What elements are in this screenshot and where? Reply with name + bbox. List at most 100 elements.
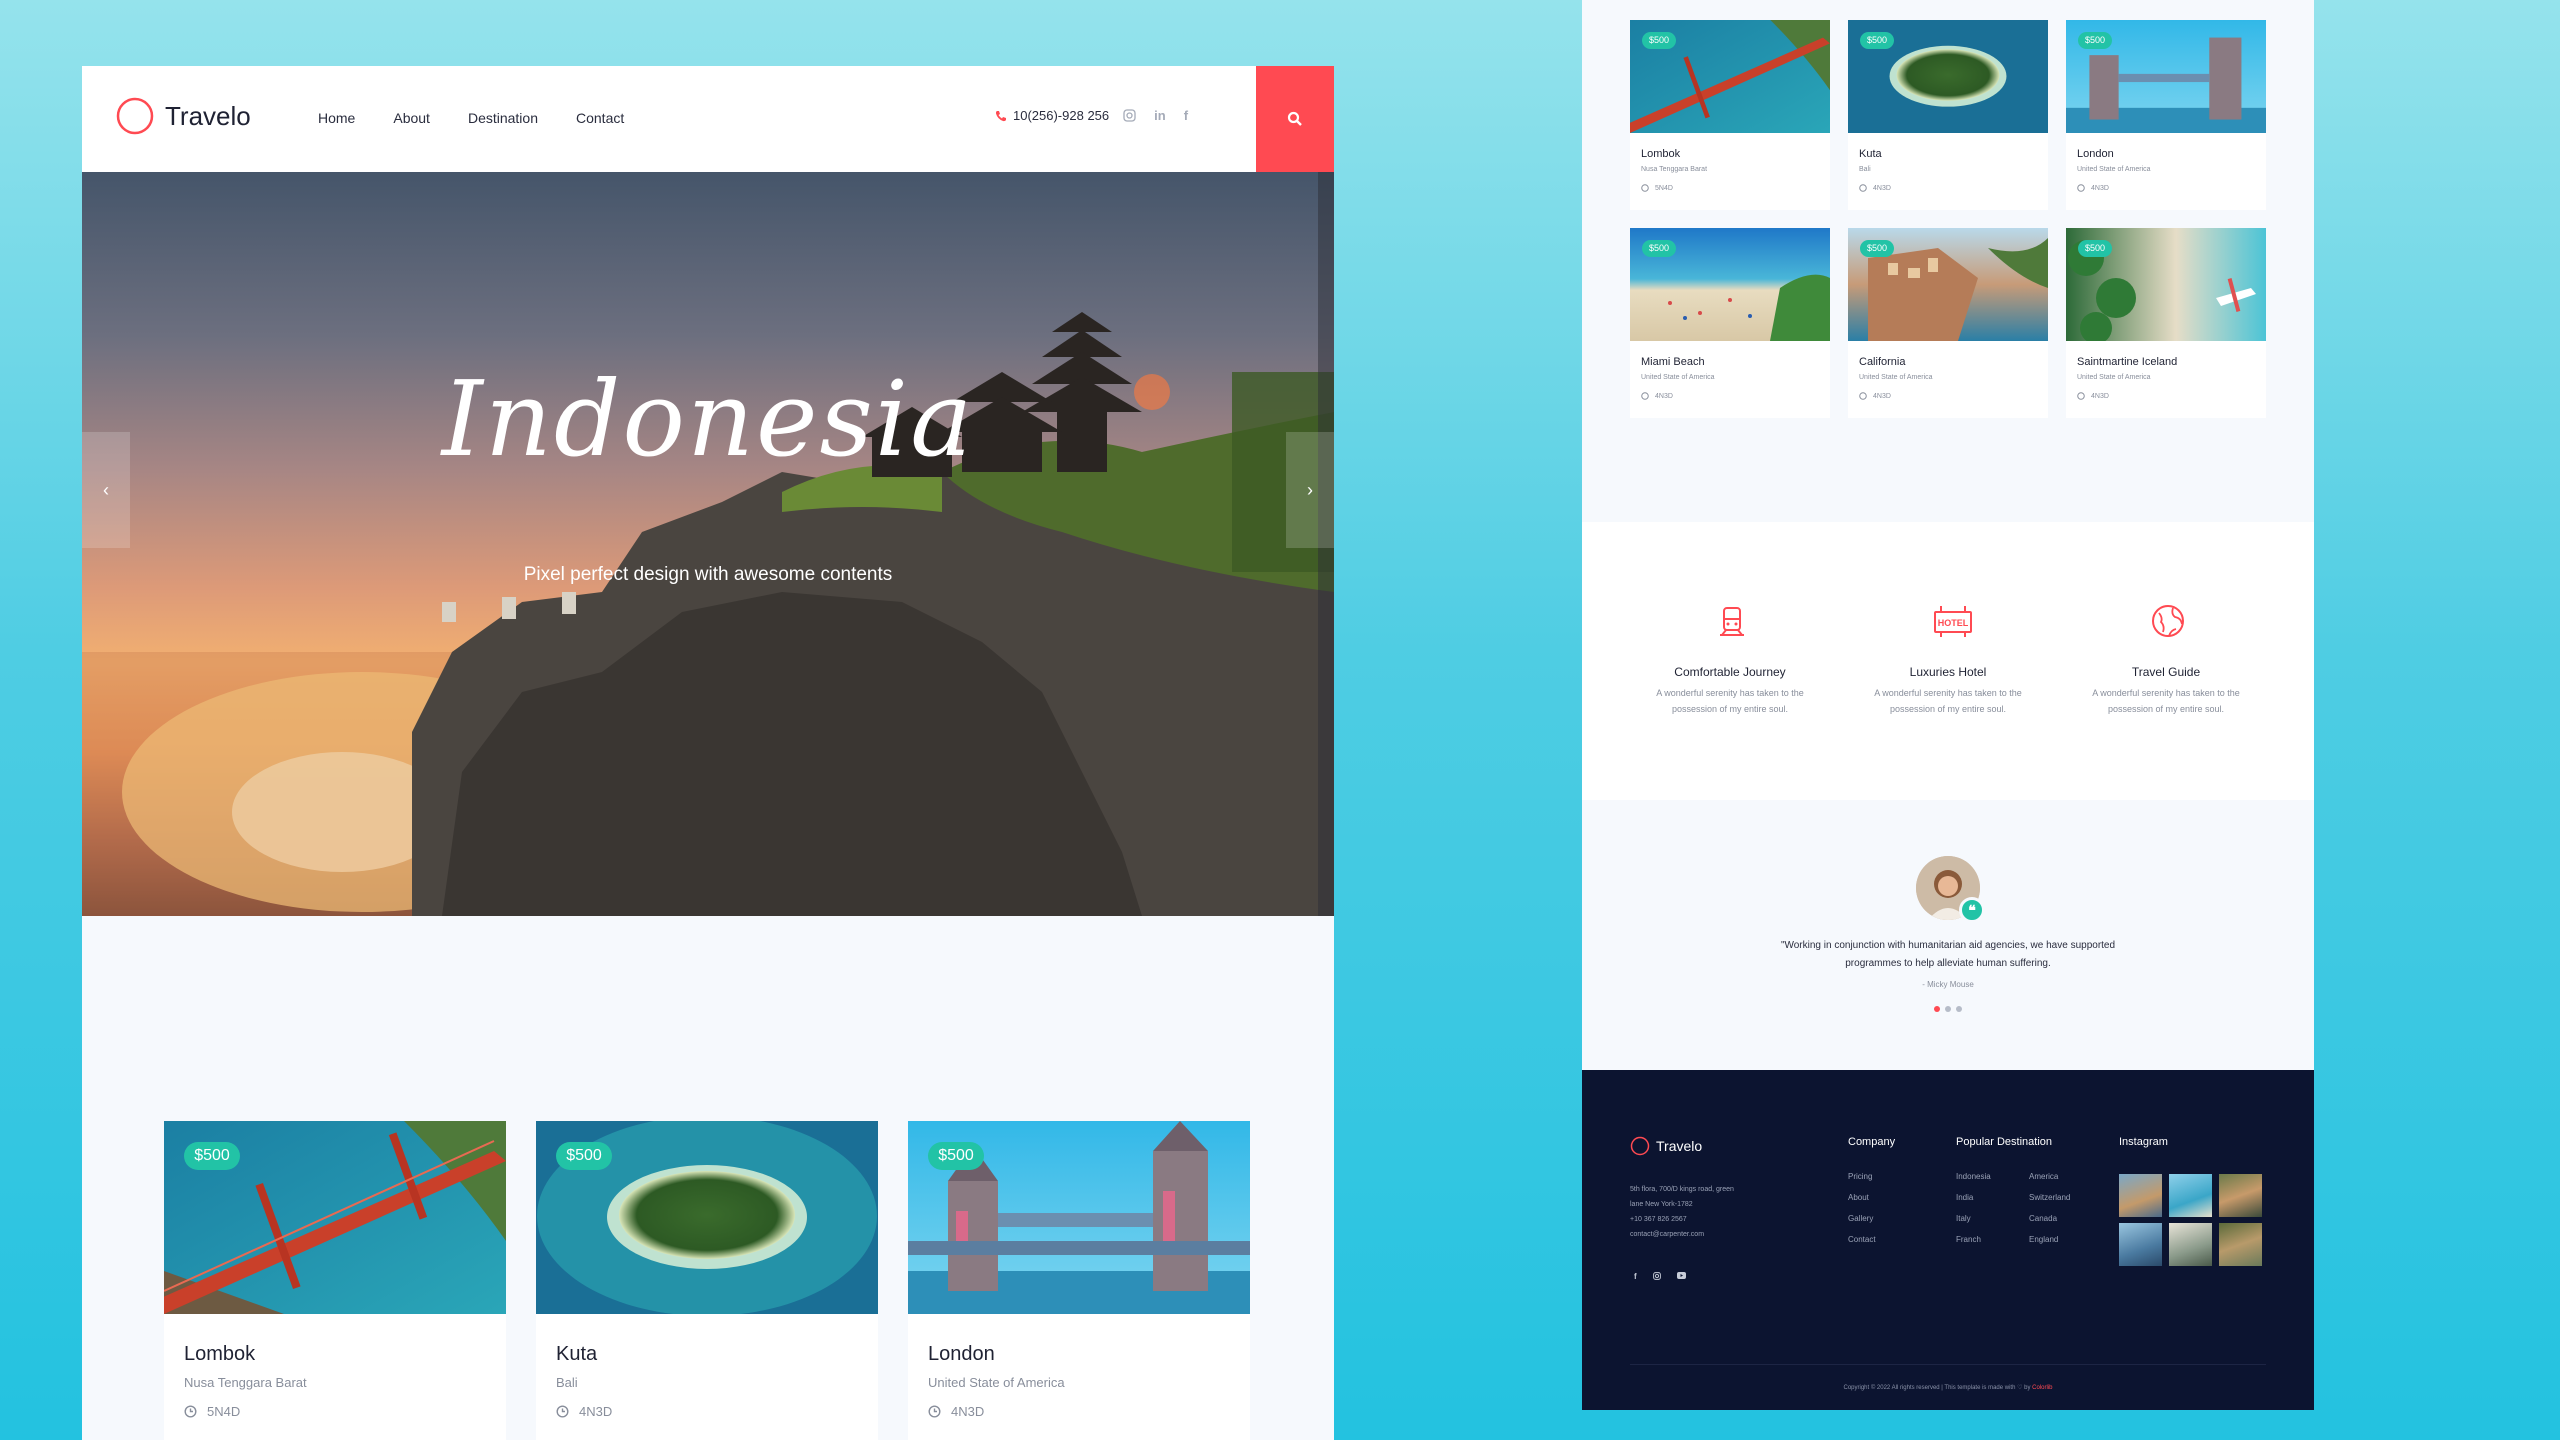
footer-popular-heading: Popular Destination	[1956, 1136, 2053, 1148]
facebook-icon[interactable]: f	[1184, 108, 1188, 123]
homepage-mockup-right: $500 Lombok Nusa Tenggara Barat 5N4D $50…	[1582, 0, 2314, 1410]
footer-company-heading: Company	[1848, 1136, 1896, 1148]
copyright-link[interactable]: Colorlib	[2032, 1385, 2052, 1391]
slider-dots	[1934, 1006, 1962, 1012]
footer: Travelo 5th flora, 700/D kings road, gre…	[1582, 1070, 2314, 1410]
copyright: Copyright © 2022 All rights reserved | T…	[1582, 1384, 2314, 1391]
linkedin-icon[interactable]: in	[1154, 108, 1166, 123]
destination-card-london-small[interactable]: $500 London United State of America 4N3D	[2066, 20, 2266, 210]
footer-link-gallery[interactable]: Gallery	[1848, 1208, 1876, 1229]
logo-text: Travelo	[165, 100, 251, 131]
footer-link-franch[interactable]: Franch	[1956, 1229, 1991, 1250]
destination-location: United State of America	[2077, 374, 2151, 381]
nav-about[interactable]: About	[393, 110, 430, 126]
homepage-mockup-left: Travelo Home About Destination Contact 1…	[82, 66, 1334, 1440]
destination-location: United State of America	[1641, 374, 1715, 381]
lombok-image: $500	[1630, 20, 1830, 133]
facebook-icon[interactable]: f	[1634, 1272, 1637, 1281]
london-image: $500	[2066, 20, 2266, 133]
destination-name: Kuta	[1859, 148, 1882, 160]
main-menu: Home About Destination Contact	[318, 110, 624, 126]
footer-link-about[interactable]: About	[1848, 1187, 1876, 1208]
feature-text: A wonderful serenity has taken to the po…	[1874, 688, 2022, 714]
destination-location: United State of America	[928, 1375, 1065, 1390]
price-badge: $500	[1642, 240, 1676, 257]
copyright-text: Copyright © 2022 All rights reserved | T…	[1843, 1385, 2031, 1391]
instagram-thumb[interactable]	[2169, 1174, 2212, 1217]
destination-duration: 4N3D	[1859, 392, 1891, 400]
destination-duration: 4N3D	[1859, 184, 1891, 192]
footer-link-indonesia[interactable]: Indonesia	[1956, 1166, 1991, 1187]
slider-dot-active[interactable]	[1934, 1006, 1940, 1012]
nav-destination[interactable]: Destination	[468, 110, 538, 126]
duration-text: 4N3D	[2091, 184, 2109, 192]
instagram-thumb[interactable]	[2119, 1174, 2162, 1217]
slider-dot[interactable]	[1956, 1006, 1962, 1012]
testimonial-quote: "Working in conjunction with humanitaria…	[1780, 940, 2116, 969]
address-line: lane New York-1782	[1630, 1201, 1693, 1208]
hero-slider: ‹ › Indonesia Pixel perfect design with …	[82, 172, 1334, 916]
destination-duration: 5N4D	[184, 1404, 240, 1419]
footer-link-pricing[interactable]: Pricing	[1848, 1166, 1876, 1187]
destination-duration: 4N3D	[928, 1404, 984, 1419]
destination-card-california[interactable]: $500 California United State of America …	[1848, 228, 2048, 418]
duration-text: 4N3D	[2091, 392, 2109, 400]
destination-location: United State of America	[1859, 374, 1933, 381]
destination-card-miami[interactable]: $500 Miami Beach United State of America…	[1630, 228, 1830, 418]
instagram-grid	[2119, 1174, 2262, 1266]
footer-link-india[interactable]: India	[1956, 1187, 1991, 1208]
footer-link-canada[interactable]: Canada	[2029, 1208, 2070, 1229]
destination-location: Bali	[556, 1375, 578, 1390]
compass-logo-icon	[1630, 1136, 1650, 1156]
footer-link-italy[interactable]: Italy	[1956, 1208, 1991, 1229]
destination-name: California	[1859, 356, 1906, 368]
phone-number[interactable]: 10(256)-928 256	[1013, 108, 1109, 123]
instagram-icon[interactable]	[1123, 109, 1136, 122]
destination-duration: 4N3D	[2077, 392, 2109, 400]
destination-name: Lombok	[1641, 148, 1681, 160]
destination-card-london[interactable]: $500 London United State of America 4N3D	[908, 1121, 1250, 1440]
chevron-right-icon: ›	[1307, 479, 1313, 500]
instagram-thumb[interactable]	[2219, 1174, 2262, 1217]
destination-location: Bali	[1859, 166, 1871, 173]
kuta-image: $500	[536, 1121, 878, 1314]
hotel-icon: HOTEL	[1933, 604, 1973, 638]
instagram-icon[interactable]	[1652, 1272, 1661, 1281]
footer-link-england[interactable]: England	[2029, 1229, 2070, 1250]
nav-home[interactable]: Home	[318, 110, 355, 126]
email-text: contact@carpenter.com	[1630, 1231, 1705, 1238]
instagram-thumb[interactable]	[2119, 1223, 2162, 1266]
london-image: $500	[908, 1121, 1250, 1314]
compass-logo-icon	[115, 96, 155, 136]
address-line: 5th flora, 700/D kings road, green	[1630, 1186, 1734, 1193]
slider-dot[interactable]	[1945, 1006, 1951, 1012]
clock-icon	[1859, 184, 1867, 192]
instagram-thumb[interactable]	[2169, 1223, 2212, 1266]
destination-name: Kuta	[556, 1343, 598, 1365]
instagram-thumb[interactable]	[2219, 1223, 2262, 1266]
footer-link-america[interactable]: America	[2029, 1166, 2070, 1187]
search-button[interactable]	[1256, 66, 1334, 172]
footer-address: 5th flora, 700/D kings road, green lane …	[1630, 1182, 1734, 1242]
logo[interactable]: Travelo	[115, 96, 251, 136]
destination-card-saintmartine[interactable]: $500 Saintmartine Iceland United State o…	[2066, 228, 2266, 418]
destination-card-kuta[interactable]: $500 Kuta Bali 4N3D	[536, 1121, 878, 1440]
destination-card-lombok[interactable]: $500 Lombok Nusa Tenggara Barat 5N4D	[164, 1121, 506, 1440]
destination-card-kuta-small[interactable]: $500 Kuta Bali 4N3D	[1848, 20, 2048, 210]
footer-link-switzerland[interactable]: Switzerland	[2029, 1187, 2070, 1208]
feature-title: Travel Guide	[2131, 665, 2201, 679]
footer-brand: Travelo	[1656, 1138, 1703, 1154]
footer-link-contact[interactable]: Contact	[1848, 1229, 1876, 1250]
clock-icon	[556, 1405, 569, 1418]
price-badge: $500	[2078, 32, 2112, 49]
destination-duration: 5N4D	[1641, 184, 1673, 192]
clock-icon	[184, 1405, 197, 1418]
nav-contact[interactable]: Contact	[576, 110, 624, 126]
duration-text: 5N4D	[207, 1404, 241, 1419]
phone-icon	[995, 110, 1007, 122]
duration-text: 4N3D	[1873, 184, 1891, 192]
footer-logo[interactable]: Travelo	[1630, 1136, 1702, 1156]
header-nav: Travelo Home About Destination Contact 1…	[82, 66, 1334, 172]
youtube-icon[interactable]	[1676, 1272, 1686, 1281]
destination-card-lombok-small[interactable]: $500 Lombok Nusa Tenggara Barat 5N4D	[1630, 20, 1830, 210]
